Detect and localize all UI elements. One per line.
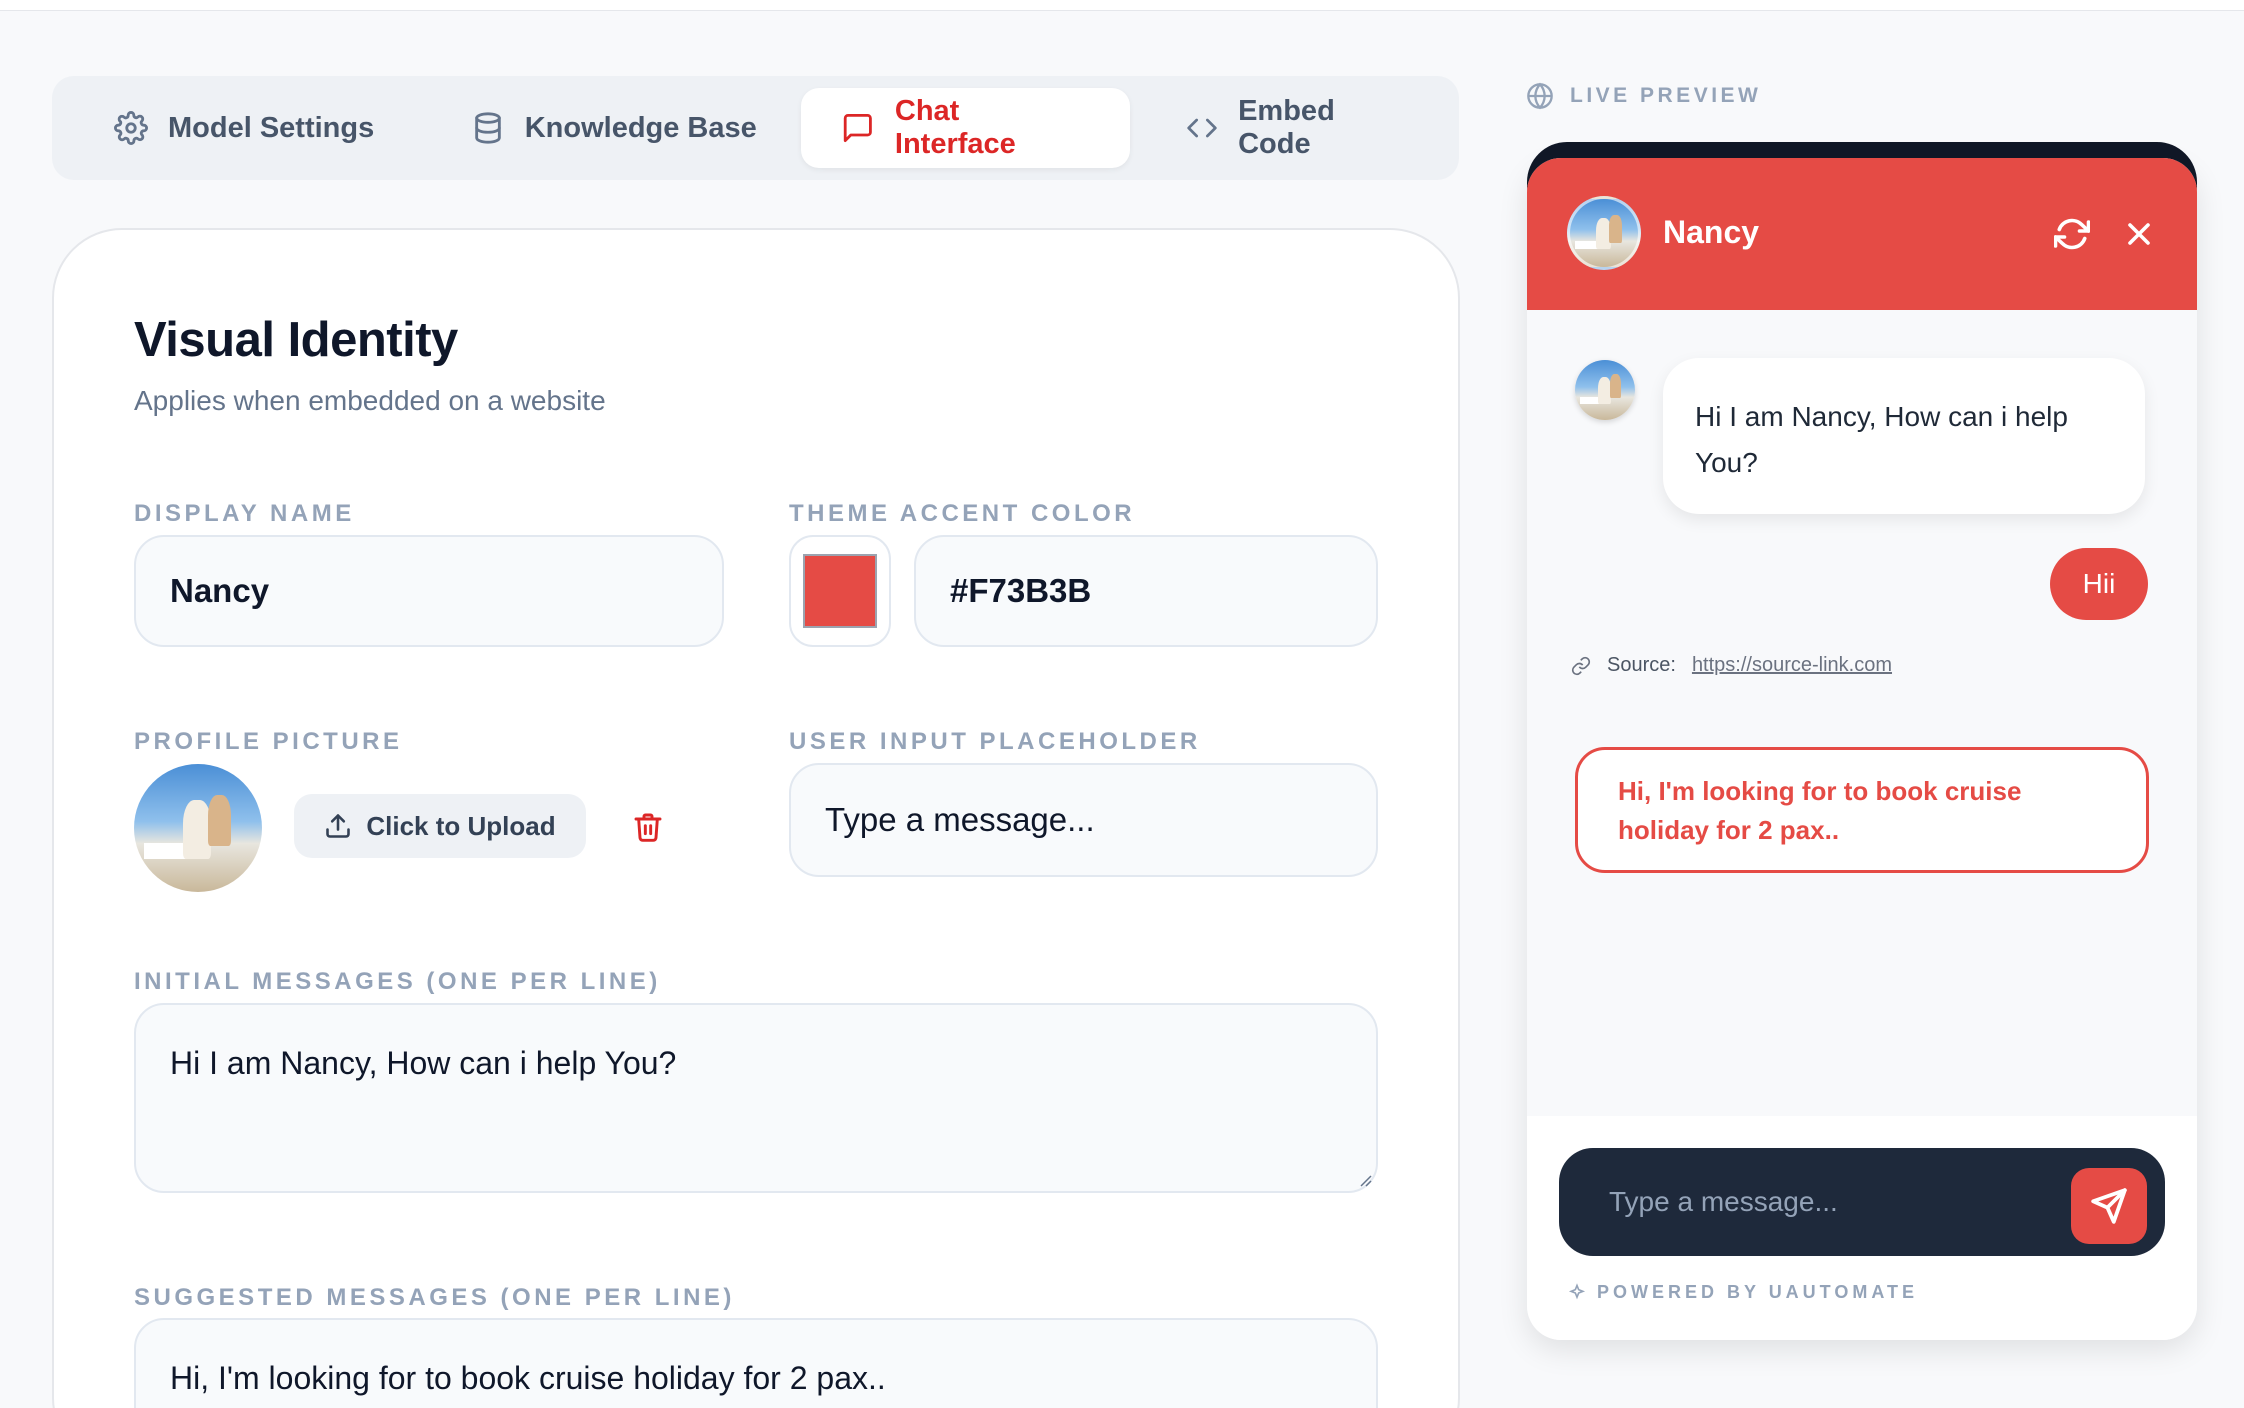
color-swatch (803, 554, 877, 628)
powered-by-text: POWERED BY UAUTOMATE (1597, 1282, 1919, 1302)
link-icon (1571, 656, 1591, 675)
tab-chat-interface[interactable]: Chat Interface (801, 88, 1131, 168)
tab-label: Embed Code (1238, 95, 1335, 160)
source-label: Source: (1607, 654, 1676, 676)
suggested-messages-text: Hi, I'm looking for to book cruise holid… (170, 1360, 886, 1396)
profile-picture-label: PROFILE PICTURE (134, 728, 403, 755)
section-subtitle: Applies when embedded on a website (134, 385, 606, 416)
section-title: Visual Identity (134, 313, 458, 367)
live-preview-label: LIVE PREVIEW (1526, 82, 1761, 110)
bot-message: Hi I am Nancy, How can i help You? (1663, 358, 2145, 514)
upload-button[interactable]: Click to Upload (294, 794, 586, 858)
refresh-icon (2053, 218, 2091, 250)
profile-avatar (134, 764, 262, 892)
gear-icon (114, 111, 148, 145)
widget-avatar (1567, 196, 1641, 270)
powered-by: POWERED BY UAUTOMATE (1567, 1282, 1918, 1303)
chat-widget-preview: Nancy Hi I am Nancy, How can i help You?… (1527, 158, 2197, 1340)
live-preview-text: LIVE PREVIEW (1570, 84, 1762, 107)
delete-picture-button[interactable] (632, 810, 664, 844)
widget-bot-name: Nancy (1663, 214, 1760, 250)
upload-icon (326, 814, 351, 838)
close-button[interactable] (2121, 216, 2157, 252)
display-name-input[interactable]: Nancy (134, 535, 724, 647)
source-link[interactable]: https://source-link.com (1692, 654, 1892, 677)
trash-icon (634, 813, 662, 842)
color-picker[interactable] (789, 535, 891, 647)
tab-embed-code[interactable]: Embed Code (1130, 88, 1449, 168)
initial-messages-label: INITIAL MESSAGES (ONE PER LINE) (134, 968, 661, 995)
bot-message-avatar (1575, 360, 1635, 420)
user-input-placeholder-label: USER INPUT PLACEHOLDER (789, 728, 1201, 755)
initial-messages-text: Hi I am Nancy, How can i help You? (170, 1045, 677, 1081)
suggested-messages-textarea[interactable]: Hi, I'm looking for to book cruise holid… (134, 1318, 1378, 1408)
send-button[interactable] (2071, 1168, 2147, 1244)
suggested-messages-label: SUGGESTED MESSAGES (ONE PER LINE) (134, 1284, 735, 1311)
upload-label: Click to Upload (366, 810, 556, 841)
user-message: Hii (2050, 548, 2148, 620)
close-icon (2128, 223, 2150, 245)
top-bar (0, 0, 2244, 11)
initial-messages-textarea[interactable]: Hi I am Nancy, How can i help You? (134, 1003, 1378, 1193)
tab-knowledge-base[interactable]: Knowledge Base (421, 88, 806, 168)
code-icon (1187, 118, 1217, 138)
tab-model-settings[interactable]: Model Settings (62, 88, 421, 168)
message-source: Source: https://source-link.com (1571, 654, 1892, 677)
resize-handle-icon[interactable] (1358, 1173, 1372, 1187)
display-name-label: DISPLAY NAME (134, 500, 355, 527)
refresh-button[interactable] (2053, 216, 2091, 252)
sparkle-icon (1568, 1282, 1586, 1299)
send-icon (2091, 1188, 2127, 1224)
globe-icon (1527, 82, 1553, 110)
widget-header: Nancy (1527, 158, 2197, 310)
theme-accent-label: THEME ACCENT COLOR (789, 500, 1136, 527)
accent-color-input[interactable]: #F73B3B (914, 535, 1378, 647)
tab-label: Chat Interface (894, 95, 1016, 160)
placeholder-input[interactable]: Type a message... (789, 763, 1378, 877)
tab-bar: Model Settings Knowledge Base Chat Inter… (52, 76, 1459, 180)
chat-icon (844, 113, 873, 143)
database-icon (474, 112, 501, 144)
suggested-message-chip[interactable]: Hi, I'm looking for to book cruise holid… (1575, 747, 2149, 873)
tab-label: Knowledge Base (524, 111, 757, 144)
tab-label: Model Settings (168, 111, 375, 144)
